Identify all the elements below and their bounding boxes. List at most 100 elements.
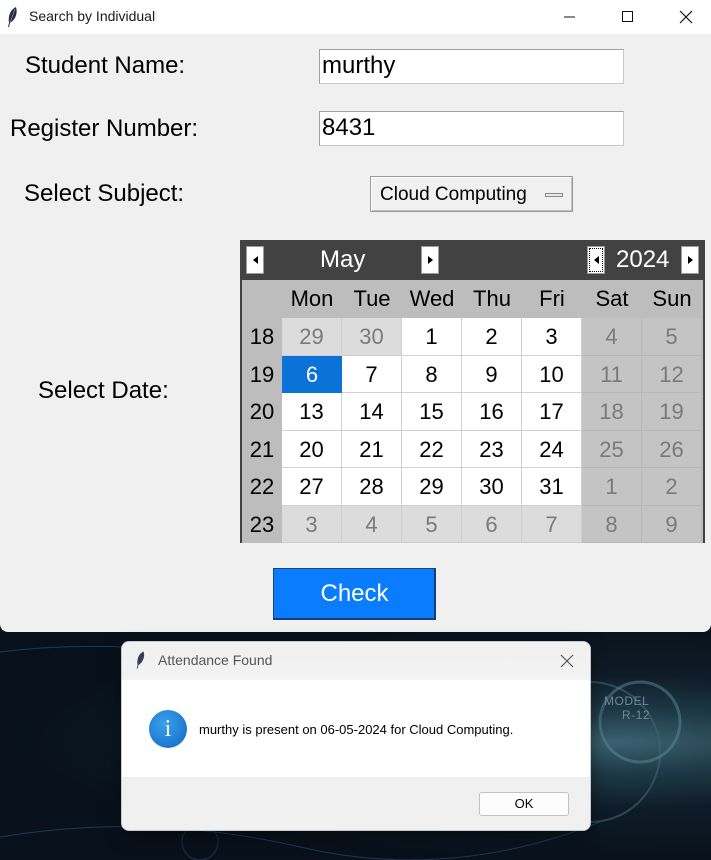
calendar-day[interactable]: 11 [582, 355, 642, 393]
feather-icon [8, 7, 17, 27]
maximize-button[interactable] [599, 0, 657, 34]
calendar-day[interactable]: 7 [342, 355, 402, 393]
ok-button[interactable]: OK [479, 792, 569, 816]
title-bar[interactable]: Search by Individual [0, 0, 711, 34]
calendar-grid: Mon Tue Wed Thu Fri Sat Sun 18 29 30 1 2 3 4 5 19 6 7 8 9 10… [242, 280, 703, 543]
subject-dropdown-value: Cloud Computing [380, 184, 527, 205]
next-year-button[interactable] [681, 246, 699, 274]
week-number: 22 [249, 474, 275, 499]
dialog-title-bar[interactable]: Attendance Found [122, 642, 590, 680]
calendar-day[interactable]: 31 [522, 468, 582, 506]
arrow-left-icon [593, 256, 599, 264]
calendar-day[interactable]: 22 [402, 430, 462, 468]
attendance-dialog: Attendance Found i murthy is present on … [121, 641, 591, 831]
weekday-header: Wed [409, 286, 455, 311]
calendar-day[interactable]: 29 [402, 468, 462, 506]
maximize-icon [622, 11, 633, 22]
calendar-day[interactable]: 9 [462, 355, 522, 393]
background-model-text: MODEL [604, 694, 650, 708]
calendar-day[interactable]: 23 [462, 430, 522, 468]
calendar-day[interactable]: 7 [522, 505, 582, 543]
calendar-day[interactable]: 5 [402, 505, 462, 543]
dialog-body: i murthy is present on 06-05-2024 for Cl… [122, 680, 590, 777]
week-number: 23 [249, 511, 275, 537]
select-subject-label: Select Subject: [24, 180, 185, 207]
calendar-day[interactable]: 10 [522, 355, 582, 393]
weekday-header: Mon [290, 286, 334, 311]
close-icon [679, 10, 693, 24]
calendar-day[interactable]: 12 [642, 355, 702, 393]
close-icon[interactable] [558, 652, 576, 670]
student-name-label: Student Name: [25, 52, 186, 79]
calendar-day[interactable]: 8 [582, 505, 642, 543]
weekday-header: Thu [473, 286, 511, 311]
info-icon: i [149, 710, 187, 748]
calendar-day[interactable]: 28 [342, 468, 402, 506]
next-month-button[interactable] [421, 246, 439, 274]
dialog-title: Attendance Found [158, 652, 273, 668]
calendar-day[interactable]: 20 [282, 430, 342, 468]
calendar-day[interactable]: 6 [462, 505, 522, 543]
calendar-day-selected[interactable]: 6 [282, 355, 342, 393]
week-number: 19 [249, 361, 275, 387]
calendar-day[interactable]: 1 [402, 318, 462, 356]
calendar-day[interactable]: 2 [642, 468, 702, 506]
background-model-number: R-12 [622, 708, 651, 722]
arrow-left-icon [252, 256, 258, 264]
calendar-day[interactable]: 16 [462, 393, 522, 431]
minimize-icon [564, 16, 575, 18]
calendar-day[interactable]: 19 [642, 393, 702, 431]
background-model-label: MODEL R-12 [604, 694, 650, 722]
calendar-day[interactable]: 15 [402, 393, 462, 431]
prev-month-button[interactable] [246, 246, 264, 274]
register-number-field[interactable]: 8431 [319, 111, 624, 146]
calendar-day[interactable]: 30 [462, 468, 522, 506]
calendar-day[interactable]: 8 [402, 355, 462, 393]
calendar-day[interactable]: 1 [582, 468, 642, 506]
close-button[interactable] [657, 0, 711, 34]
calendar-header: May 2024 [242, 242, 703, 280]
select-date-label: Select Date: [38, 377, 169, 404]
prev-year-button[interactable] [587, 246, 605, 274]
weekday-header: Tue [353, 286, 391, 311]
weekday-header: Fri [539, 286, 565, 311]
date-calendar: May 2024 Mon Tue Wed Thu Fri Sat Sun 18 29 30 1 2 3 4… [240, 240, 705, 543]
register-number-label: Register Number: [10, 115, 199, 142]
calendar-day[interactable]: 9 [642, 505, 702, 543]
dialog-footer: OK [122, 777, 590, 830]
check-button[interactable]: Check [273, 568, 436, 620]
week-number: 18 [249, 324, 275, 349]
arrow-right-icon [687, 256, 693, 264]
window-title: Search by Individual [29, 8, 156, 24]
calendar-day[interactable]: 21 [342, 430, 402, 468]
calendar-year: 2024 [616, 246, 670, 273]
minimize-button[interactable] [541, 0, 599, 34]
student-name-field[interactable]: murthy [319, 49, 624, 84]
calendar-day[interactable]: 18 [582, 393, 642, 431]
calendar-day[interactable]: 26 [642, 430, 702, 468]
subject-dropdown[interactable]: Cloud Computing [370, 176, 573, 212]
search-window: Search by Individual Student Name: murth… [0, 0, 711, 632]
calendar-month: May [320, 246, 366, 273]
weekday-header: Sun [652, 286, 692, 311]
calendar-day[interactable]: 29 [282, 318, 342, 356]
dropdown-indicator-icon [545, 193, 563, 197]
calendar-day[interactable]: 13 [282, 393, 342, 431]
calendar-day[interactable]: 4 [342, 505, 402, 543]
calendar-day[interactable]: 3 [522, 318, 582, 356]
calendar-day[interactable]: 5 [642, 318, 702, 356]
arrow-right-icon [427, 256, 433, 264]
week-number: 21 [249, 436, 275, 462]
weekday-header: Sat [595, 286, 629, 311]
calendar-day[interactable]: 3 [282, 505, 342, 543]
calendar-day[interactable]: 14 [342, 393, 402, 431]
calendar-day[interactable]: 24 [522, 430, 582, 468]
calendar-day[interactable]: 17 [522, 393, 582, 431]
calendar-day[interactable]: 4 [582, 318, 642, 356]
calendar-day[interactable]: 25 [582, 430, 642, 468]
calendar-day[interactable]: 2 [462, 318, 522, 356]
calendar-day[interactable]: 30 [342, 318, 402, 356]
feather-icon [136, 651, 145, 669]
week-number: 20 [249, 399, 275, 424]
calendar-day[interactable]: 27 [282, 468, 342, 506]
